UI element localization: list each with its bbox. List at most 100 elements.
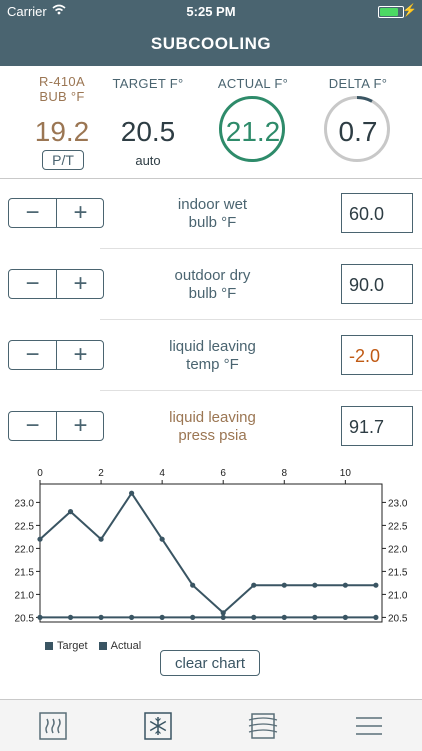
liquid-pressure-field[interactable]: 91.7 xyxy=(341,406,413,446)
input-label-line1: outdoor dry xyxy=(174,267,251,284)
x-tick-label: 4 xyxy=(159,468,165,479)
target-label: TARGET F° xyxy=(112,76,184,91)
input-label-line1: indoor wet xyxy=(177,196,248,213)
actual-point xyxy=(220,610,226,616)
actual-series-line xyxy=(39,491,376,615)
y-tick-label-right: 22.0 xyxy=(388,544,408,555)
snowflake-icon xyxy=(144,712,172,740)
y-tick-label-left: 23.0 xyxy=(15,498,35,509)
charging-icon: ⚡ xyxy=(402,3,417,17)
y-tick-label-right: 21.0 xyxy=(388,590,408,601)
target-point xyxy=(220,614,226,620)
app-header: Carrier 5:25 PM ⚡ SUBCOOLING xyxy=(0,0,422,66)
actual-point xyxy=(373,582,379,588)
target-point xyxy=(159,614,165,620)
input-row-liquid-temp: − + liquid leaving temp °F -2.0 xyxy=(0,320,422,391)
pt-button[interactable]: P/T xyxy=(42,150,84,170)
bubble-value: 19.2 xyxy=(34,116,90,147)
input-label-line2: press psia xyxy=(178,427,247,444)
input-label: liquid leaving temp °F xyxy=(105,338,320,374)
bubble-label: BUB °F xyxy=(39,89,85,104)
target-point xyxy=(251,614,257,620)
x-tick-label: 6 xyxy=(220,468,226,479)
input-label-line1: liquid leaving xyxy=(169,409,256,426)
liquid-temp-field[interactable]: -2.0 xyxy=(341,335,413,375)
input-label-line2: bulb °F xyxy=(188,214,237,231)
delta-label: DELTA F° xyxy=(328,76,388,91)
decrement-button[interactable]: − xyxy=(9,341,56,369)
input-label: outdoor dry bulb °F xyxy=(105,267,320,303)
outdoor-dry-bulb-field[interactable]: 90.0 xyxy=(341,264,413,304)
airflow-tab[interactable] xyxy=(246,709,280,743)
actual-point xyxy=(342,582,348,588)
liquid-pressure-stepper: − + xyxy=(8,411,104,441)
y-tick-label-left: 21.0 xyxy=(15,590,35,601)
y-tick-label-left: 22.5 xyxy=(15,521,35,532)
x-tick-label: 0 xyxy=(37,468,43,479)
decrement-button[interactable]: − xyxy=(9,270,56,298)
actual-point xyxy=(67,509,74,515)
refrigerant-column: R-410A BUB °F 19.2 P/T xyxy=(12,66,112,178)
increment-button[interactable]: + xyxy=(57,199,104,227)
actual-column: ACTUAL F° 21.2 xyxy=(205,66,301,178)
y-tick-label-left: 22.0 xyxy=(15,544,35,555)
subcooling-chart: 0 2 4 6 8 10 20.5 20.5 21.0 21.0 21.5 21.5 22.0 22.0 2… xyxy=(15,468,408,624)
indoor-wet-bulb-field[interactable]: 60.0 xyxy=(341,193,413,233)
actual-point xyxy=(37,536,43,542)
y-tick-label-right: 20.5 xyxy=(388,613,408,624)
actual-point xyxy=(159,536,165,542)
target-point xyxy=(342,614,348,620)
decrement-button[interactable]: − xyxy=(9,199,56,227)
target-point xyxy=(281,614,287,620)
legend-actual-label: Actual xyxy=(110,640,142,652)
liquid-temp-stepper: − + xyxy=(8,340,104,370)
outdoor-dry-bulb-stepper: − + xyxy=(8,269,104,299)
cool-tab[interactable] xyxy=(141,709,175,743)
legend-target-label: Target xyxy=(57,640,88,652)
target-point xyxy=(37,614,43,620)
x-tick-label: 8 xyxy=(282,468,288,479)
airflow-icon xyxy=(248,713,278,739)
x-tick-label: 2 xyxy=(98,468,104,479)
increment-button[interactable]: + xyxy=(57,341,104,369)
target-column: TARGET F° 20.5 auto xyxy=(100,66,196,178)
actual-value: 21.2 xyxy=(225,116,281,147)
actual-point xyxy=(190,582,196,588)
input-label-line2: bulb °F xyxy=(188,285,237,302)
target-mode: auto xyxy=(135,153,161,168)
decrement-button[interactable]: − xyxy=(9,412,56,440)
input-label-line2: temp °F xyxy=(186,356,239,373)
input-row-indoor-wet-bulb: − + indoor wet bulb °F 60.0 xyxy=(0,178,422,249)
actual-point xyxy=(251,582,257,588)
actual-point xyxy=(98,536,104,542)
status-bar: Carrier 5:25 PM ⚡ xyxy=(0,3,422,21)
menu-tab[interactable] xyxy=(352,709,386,743)
refrigerant-label: R-410A xyxy=(39,74,85,89)
tab-bar xyxy=(0,699,422,751)
actual-point xyxy=(281,582,287,588)
actual-point xyxy=(312,582,318,588)
delta-column: DELTA F° 0.7 xyxy=(310,66,406,178)
input-row-outdoor-dry-bulb: − + outdoor dry bulb °F 90.0 xyxy=(0,249,422,320)
y-tick-label-right: 21.5 xyxy=(388,567,408,578)
clear-chart-button[interactable]: clear chart xyxy=(160,650,260,676)
y-tick-label-left: 21.5 xyxy=(15,567,35,578)
chart-legend: Target Actual xyxy=(45,640,141,652)
y-tick-label-right: 22.5 xyxy=(388,521,408,532)
heat-tab[interactable] xyxy=(36,709,70,743)
target-value: 20.5 xyxy=(120,116,176,147)
input-label: indoor wet bulb °F xyxy=(105,196,320,232)
increment-button[interactable]: + xyxy=(57,270,104,298)
battery-icon xyxy=(378,6,404,18)
summary-panel: R-410A BUB °F 19.2 P/T TARGET F° 20.5 au… xyxy=(0,66,422,179)
legend-swatch-actual xyxy=(98,642,107,651)
page-title: SUBCOOLING xyxy=(150,34,272,53)
input-label-line1: liquid leaving xyxy=(169,338,256,355)
indoor-wet-bulb-stepper: − + xyxy=(8,198,104,228)
y-tick-label-right: 23.0 xyxy=(388,498,408,509)
target-point xyxy=(190,614,196,620)
increment-button[interactable]: + xyxy=(57,412,104,440)
x-tick-label: 10 xyxy=(340,468,352,479)
heat-icon xyxy=(39,712,67,740)
status-time: 5:25 PM xyxy=(186,4,236,19)
